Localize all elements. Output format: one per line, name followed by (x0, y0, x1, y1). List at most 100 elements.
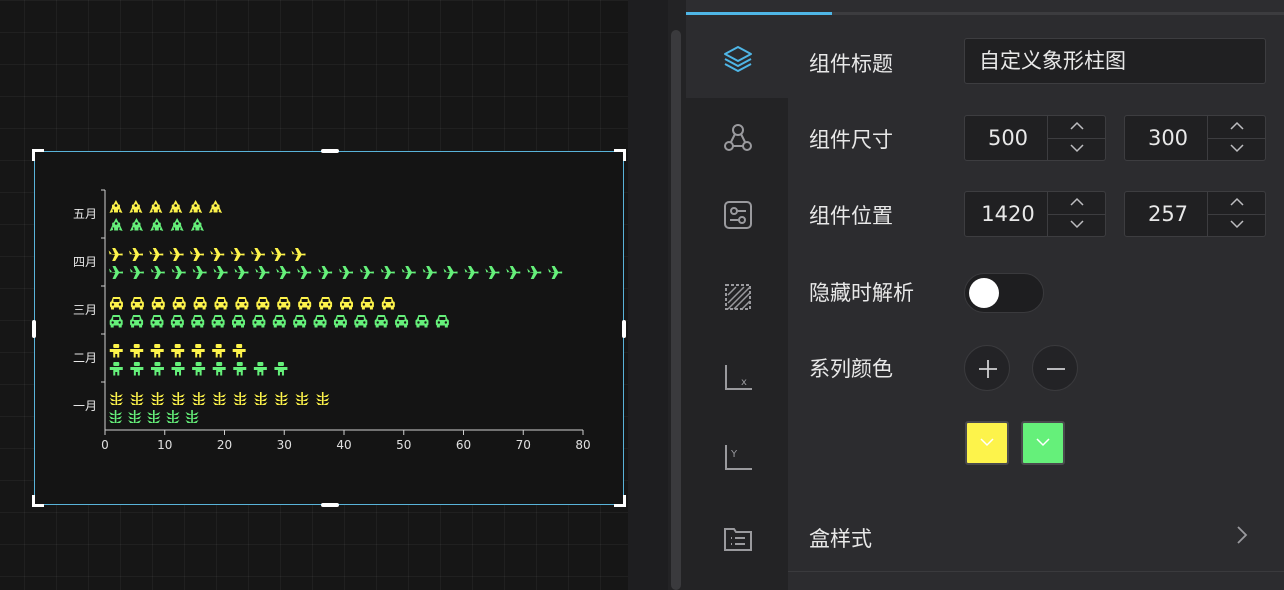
height-input[interactable]: 300 (1124, 115, 1266, 161)
car-icon (415, 315, 429, 328)
plane-icon (192, 266, 207, 279)
remove-color-button[interactable] (1032, 345, 1078, 391)
y-category-label: 一月 (73, 399, 97, 413)
car-icon (293, 315, 307, 328)
width-input[interactable]: 500 (964, 115, 1106, 161)
ship-icon (189, 200, 203, 213)
robot-icon (171, 362, 185, 376)
leaf-icon (130, 392, 144, 405)
plane-icon (210, 248, 225, 261)
design-canvas[interactable]: 0 10 20 30 40 50 60 70 80 一月 二月 三月 四月 五月 (0, 0, 628, 590)
settings-sliders-icon[interactable] (722, 199, 754, 231)
resize-handle-top-right[interactable] (614, 149, 626, 161)
resize-handle-bottom-left[interactable] (32, 495, 44, 507)
position-x-input[interactable]: 1420 (964, 191, 1106, 237)
y-axis-icon[interactable]: Y (722, 441, 754, 473)
plane-icon (213, 266, 228, 279)
car-icon (191, 315, 205, 328)
plane-icon (276, 266, 291, 279)
position-x-increment[interactable] (1048, 192, 1105, 215)
ship-icon (149, 200, 163, 213)
car-icon (214, 297, 228, 310)
pictorial-bar-chart: 0 10 20 30 40 50 60 70 80 一月 二月 三月 四月 五月 (73, 189, 591, 452)
car-icon (151, 297, 165, 310)
box-style-row[interactable]: 盒样式 (788, 505, 1284, 571)
resize-handle-bottom-right[interactable] (614, 495, 626, 507)
plane-icon (169, 248, 184, 261)
car-icon (381, 297, 395, 310)
leaf-icon (185, 410, 199, 423)
leaf-icon (171, 392, 185, 405)
plane-icon (338, 266, 353, 279)
width-stepper (1047, 116, 1105, 160)
color-swatch-green[interactable] (1021, 421, 1065, 465)
resize-handle-left[interactable] (32, 320, 36, 338)
chevron-up-icon (1070, 121, 1084, 130)
car-icon (170, 315, 184, 328)
property-panel: 组件标题 自定义象形柱图 组件尺寸 500 300 组件位置 1420 257 (788, 15, 1284, 590)
resize-handle-top-left[interactable] (32, 149, 44, 161)
plane-icon (380, 266, 395, 279)
ship-icon (169, 200, 183, 213)
car-icon (193, 297, 207, 310)
pictorial-bar (109, 344, 246, 358)
height-increment[interactable] (1208, 116, 1265, 139)
plane-icon (129, 266, 144, 279)
car-icon (150, 315, 164, 328)
add-color-button[interactable] (964, 345, 1010, 391)
x-axis-icon[interactable]: x (722, 361, 754, 393)
x-tick-label: 10 (157, 438, 172, 452)
pictorial-bar (109, 315, 449, 328)
resize-handle-bottom[interactable] (321, 503, 339, 507)
chevron-down-icon (1230, 220, 1244, 229)
resize-handle-top[interactable] (321, 149, 339, 153)
pictorial-bar (108, 266, 563, 279)
hide-parse-label: 隐藏时解析 (809, 281, 914, 305)
resize-handle-right[interactable] (622, 320, 626, 338)
file-list-icon[interactable] (722, 522, 754, 554)
plus-icon (979, 360, 997, 378)
car-icon (319, 297, 333, 310)
nodes-icon[interactable] (722, 121, 754, 153)
property-category-rail: x Y (686, 15, 788, 590)
position-x-decrement[interactable] (1048, 214, 1105, 236)
series-color-label: 系列颜色 (809, 357, 893, 381)
robot-icon (150, 344, 164, 358)
selected-chart-widget[interactable]: 0 10 20 30 40 50 60 70 80 一月 二月 三月 四月 五月 (32, 149, 626, 507)
car-icon (313, 315, 327, 328)
scrollbar-thumb[interactable] (671, 30, 681, 590)
position-y-value: 257 (1147, 202, 1189, 226)
plane-icon (250, 248, 265, 261)
position-y-increment[interactable] (1208, 192, 1265, 215)
toggle-knob (969, 278, 999, 308)
title-input[interactable]: 自定义象形柱图 (964, 38, 1266, 84)
hide-parse-toggle[interactable] (964, 273, 1044, 313)
title-label: 组件标题 (809, 52, 893, 76)
position-y-stepper (1207, 192, 1265, 236)
position-label: 组件位置 (809, 204, 893, 228)
crop-area-icon[interactable] (722, 281, 754, 313)
plane-icon (443, 266, 458, 279)
plane-icon (255, 266, 270, 279)
position-y-input[interactable]: 257 (1124, 191, 1266, 237)
y-category-label: 三月 (73, 303, 97, 317)
layers-icon[interactable] (722, 42, 754, 74)
ship-icon (209, 200, 223, 213)
y-category-label: 二月 (73, 351, 97, 365)
leaf-icon (166, 410, 180, 423)
chevron-right-icon (1237, 526, 1248, 544)
ship-icon (129, 200, 143, 213)
car-icon (272, 315, 286, 328)
height-decrement[interactable] (1208, 138, 1265, 160)
position-y-decrement[interactable] (1208, 214, 1265, 236)
box-style-label: 盒样式 (809, 527, 872, 551)
x-tick-label: 80 (575, 438, 590, 452)
car-icon (235, 297, 249, 310)
size-label: 组件尺寸 (809, 128, 893, 152)
ship-icon (109, 200, 123, 213)
robot-icon (212, 362, 226, 376)
width-decrement[interactable] (1048, 138, 1105, 160)
width-increment[interactable] (1048, 116, 1105, 139)
color-swatch-yellow[interactable] (965, 421, 1009, 465)
robot-icon (212, 344, 226, 358)
